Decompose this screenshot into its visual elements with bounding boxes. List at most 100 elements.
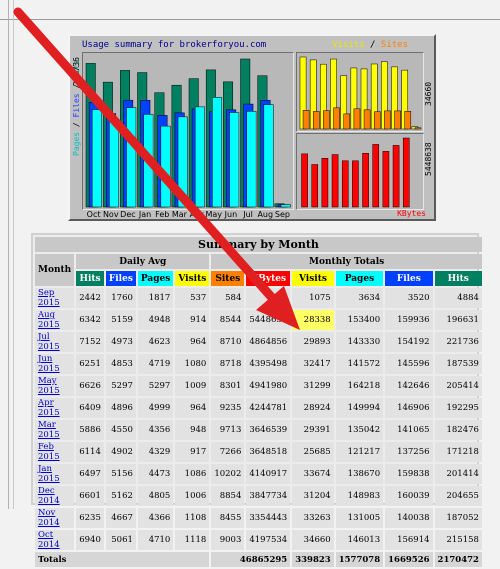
cell-daily-hits: 6342 xyxy=(76,310,104,330)
cell-sites: 584 xyxy=(211,288,245,308)
bar-pages xyxy=(194,106,205,208)
month-axis-label: Aug xyxy=(257,210,274,219)
col-daily-visits: Visits xyxy=(175,271,210,286)
month-cell: Mar 2015 xyxy=(35,420,75,440)
month-link[interactable]: Dec 2014 xyxy=(38,486,60,506)
cell-hits: 187539 xyxy=(434,354,482,374)
cell-daily-hits: 6497 xyxy=(76,464,104,484)
bar-kbytes xyxy=(331,154,339,208)
cell-daily-hits: 2442 xyxy=(76,288,104,308)
col-daily-pages: Pages xyxy=(137,271,174,286)
month-cell: Aug 2015 xyxy=(35,310,75,330)
cell-daily-pages: 4623 xyxy=(137,332,174,352)
bar-kbytes xyxy=(311,164,319,208)
cell-pages: 153400 xyxy=(335,310,384,330)
bar-kbytes xyxy=(382,151,390,208)
bar-pages xyxy=(212,97,223,208)
cell-visits: 32417 xyxy=(292,354,334,374)
cell-daily-pages: 5297 xyxy=(137,376,174,396)
cell-visits: 25685 xyxy=(292,442,334,462)
cell-visits: 31299 xyxy=(292,376,334,396)
bar-kbytes xyxy=(321,158,329,208)
month-cell: Nov 2014 xyxy=(35,508,75,528)
bar-kbytes xyxy=(402,137,410,208)
cell-sites: 7266 xyxy=(211,442,245,462)
cell-hits: 192295 xyxy=(434,398,482,418)
cell-pages: 138670 xyxy=(335,464,384,484)
table-row: Oct 2014 6940 5061 4710 1118 9003 419753… xyxy=(35,530,482,550)
cell-daily-pages: 4473 xyxy=(137,464,174,484)
cell-daily-files: 4667 xyxy=(105,508,136,528)
month-link[interactable]: Oct 2014 xyxy=(38,530,60,550)
bar-sites xyxy=(414,127,422,130)
month-cell: Dec 2014 xyxy=(35,486,75,506)
bar-pages xyxy=(109,119,120,208)
cell-daily-hits: 6940 xyxy=(76,530,104,550)
cell-pages: 148983 xyxy=(335,486,384,506)
col-files: Files xyxy=(385,271,433,286)
cell-hits: 201414 xyxy=(434,464,482,484)
cell-sites: 9003 xyxy=(211,530,245,550)
cell-visits: 1075 xyxy=(292,288,334,308)
table-row: Apr 2015 6409 4896 4999 964 9235 4244781… xyxy=(35,398,482,418)
cell-files: 154192 xyxy=(385,332,433,352)
bar-sites xyxy=(302,110,310,130)
cell-daily-files: 5061 xyxy=(105,530,136,550)
month-link[interactable]: Jul 2015 xyxy=(38,332,60,352)
month-cell: Jul 2015 xyxy=(35,332,75,352)
month-link[interactable]: Nov 2014 xyxy=(38,508,60,528)
cell-pages: 141572 xyxy=(335,354,384,374)
month-link[interactable]: Sep 2015 xyxy=(38,288,60,308)
cell-pages: 143330 xyxy=(335,332,384,352)
total-pages: 1577078 xyxy=(335,552,384,567)
col-sites: Sites xyxy=(211,271,245,286)
month-link[interactable]: Apr 2015 xyxy=(38,398,60,418)
cell-kbytes: 4197534 xyxy=(246,530,291,550)
bar-kbytes xyxy=(301,153,308,208)
month-link[interactable]: Feb 2015 xyxy=(38,442,60,462)
cell-daily-files: 5159 xyxy=(105,310,136,330)
cell-pages: 164218 xyxy=(335,376,384,396)
col-daily-files: Files xyxy=(105,271,136,286)
bar-pages xyxy=(280,204,291,208)
totals-row: Totals 46865295 339823 1577078 1669526 2… xyxy=(35,552,482,567)
cell-daily-visits: 1080 xyxy=(175,354,210,374)
bar-sites xyxy=(323,110,330,130)
month-link[interactable]: Aug 2015 xyxy=(38,310,60,330)
table-row: Mar 2015 5886 4550 4356 948 9713 3646539… xyxy=(35,420,482,440)
summary-table-body: Sep 2015 2442 1760 1817 537 584 1075 363… xyxy=(35,288,482,567)
kbytes-label: KBytes xyxy=(397,209,426,218)
bar-pages xyxy=(229,112,240,208)
month-cell: Oct 2014 xyxy=(35,530,75,550)
cell-daily-hits: 6601 xyxy=(76,486,104,506)
cell-files: 159936 xyxy=(385,310,433,330)
col-kbytes: KBytes xyxy=(246,271,291,286)
cell-sites: 10202 xyxy=(211,464,245,484)
month-link[interactable]: May 2015 xyxy=(38,376,60,396)
cell-daily-files: 4853 xyxy=(105,354,136,374)
page-top-divider xyxy=(0,19,500,20)
cell-daily-pages: 4948 xyxy=(137,310,174,330)
month-link[interactable]: Mar 2015 xyxy=(38,420,60,440)
cell-files: 3520 xyxy=(385,288,433,308)
usage-summary-graph: Usage summary for brokerforyou.com Visit… xyxy=(68,34,436,221)
month-link[interactable]: Jan 2015 xyxy=(38,464,60,484)
cell-hits: 204655 xyxy=(434,486,482,506)
cell-hits: 221736 xyxy=(434,332,482,352)
cell-daily-files: 4973 xyxy=(105,332,136,352)
cell-daily-pages: 4805 xyxy=(137,486,174,506)
cell-daily-visits: 914 xyxy=(175,310,210,330)
bar-pages xyxy=(91,109,102,208)
cell-kbytes: 3648518 xyxy=(246,442,291,462)
bar-sites xyxy=(373,111,381,130)
month-axis-label: Dec xyxy=(120,210,136,219)
month-cell: Feb 2015 xyxy=(35,442,75,462)
cell-pages: 135042 xyxy=(335,420,384,440)
cell-kbytes: 4395498 xyxy=(246,354,291,374)
graph-legend-pages-files-hits: Pages / Files / Hits xyxy=(72,60,81,156)
cell-pages: 131005 xyxy=(335,508,384,528)
cell-daily-visits: 1009 xyxy=(175,376,210,396)
month-link[interactable]: Jun 2015 xyxy=(38,354,60,374)
cell-visits: 28924 xyxy=(292,398,334,418)
table-row: Feb 2015 6114 4902 4329 917 7266 3648518… xyxy=(35,442,482,462)
